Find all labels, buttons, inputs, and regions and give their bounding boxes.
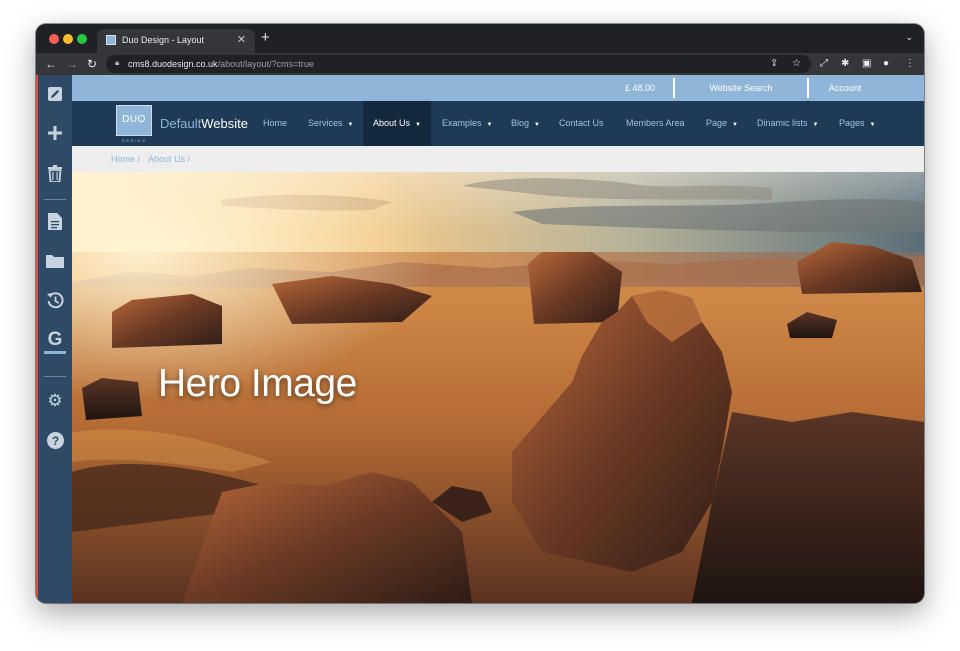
- logo-text: DUO: [122, 114, 146, 125]
- address-bar: ← → ↻ 🔒︎ cms8.duodesign.co.uk/about/layo…: [36, 53, 924, 75]
- chevron-down-icon: ▼: [812, 122, 819, 128]
- tab-strip: Duo Design - Layout ✕ + ⌄: [36, 24, 924, 53]
- chevron-down-icon: ▼: [415, 122, 421, 128]
- url-host: cms8.duodesign.co.uk: [128, 59, 218, 69]
- breadcrumb-about-us[interactable]: About Us /: [148, 154, 190, 164]
- nav-item-pages[interactable]: Pages ▼: [839, 101, 875, 146]
- site-name-light: Default: [160, 116, 202, 131]
- site-name-bold: Website: [201, 116, 248, 131]
- nav-label: Services: [308, 118, 343, 128]
- share-icon[interactable]: ⇪: [770, 58, 778, 69]
- svg-text:?: ?: [51, 434, 58, 448]
- nav-label: Blog: [511, 118, 530, 128]
- nav-item-contact-us[interactable]: Contact Us: [559, 101, 604, 146]
- expand-icon[interactable]: ⤢: [820, 58, 828, 70]
- google-icon-underline: [44, 351, 66, 354]
- nav-label: Members Area: [626, 118, 685, 128]
- extensions-icon[interactable]: ✱: [841, 58, 849, 70]
- chevron-down-icon: ▼: [534, 122, 540, 128]
- nav-label: Examples: [442, 118, 482, 128]
- nav-item-blog[interactable]: Blog ▼: [511, 101, 540, 146]
- bookmark-star-icon[interactable]: ☆: [792, 58, 801, 69]
- basket-total[interactable]: £ 48.00: [602, 75, 678, 101]
- nav-label: About Us: [373, 118, 411, 128]
- new-tab-button[interactable]: +: [261, 30, 270, 45]
- back-icon[interactable]: ←: [45, 56, 57, 72]
- trash-icon[interactable]: [45, 163, 65, 183]
- breadcrumb: Home / About Us /: [72, 146, 924, 172]
- page-icon[interactable]: [45, 211, 65, 231]
- cms-sidebar: G ⚙ ?: [36, 75, 72, 603]
- logo-subtitle: DESIGN: [121, 138, 147, 143]
- tab-search-icon[interactable]: ⌄: [905, 32, 913, 43]
- main-navigation: DUO DESIGN DefaultWebsite Home Services ▼…: [72, 101, 924, 146]
- nav-label: Page: [706, 118, 728, 128]
- logo[interactable]: DUO: [116, 105, 152, 136]
- nav-item-dinamic-lists[interactable]: Dinamic lists ▼: [757, 101, 818, 146]
- sidebar-divider: [44, 376, 66, 377]
- sidebar-divider: [44, 199, 66, 200]
- nav-item-page[interactable]: Page ▼: [706, 101, 738, 146]
- chevron-down-icon: ▼: [732, 122, 738, 128]
- help-icon[interactable]: ?: [45, 430, 65, 450]
- utility-bar: £ 48.00 Website Search Account: [72, 75, 924, 101]
- close-window-button[interactable]: [49, 34, 59, 44]
- website: £ 48.00 Website Search Account DUO DESIG…: [72, 75, 924, 603]
- nav-label: Pages: [839, 118, 865, 128]
- history-icon[interactable]: [45, 290, 65, 310]
- google-icon[interactable]: G: [45, 329, 65, 349]
- browser-tab[interactable]: Duo Design - Layout ✕: [97, 29, 255, 53]
- maximize-window-button[interactable]: [77, 34, 87, 44]
- nav-item-examples[interactable]: Examples ▼: [442, 101, 492, 146]
- nav-item-services[interactable]: Services ▼: [308, 101, 353, 146]
- url-path: /about/layout/?cms=true: [217, 59, 314, 69]
- url-text: cms8.duodesign.co.uk/about/layout/?cms=t…: [128, 59, 314, 69]
- chevron-down-icon: ▼: [486, 122, 493, 128]
- nav-item-about-us[interactable]: About Us ▼: [363, 101, 431, 146]
- breadcrumb-home[interactable]: Home /: [111, 154, 140, 164]
- hero-banner: Hero Image: [72, 172, 924, 603]
- nav-item-members-area[interactable]: Members Area: [626, 101, 685, 146]
- forward-icon[interactable]: →: [66, 56, 78, 72]
- profile-icon[interactable]: ●: [883, 58, 889, 70]
- add-icon[interactable]: [45, 123, 65, 143]
- browser-window: Duo Design - Layout ✕ + ⌄ ← → ↻ 🔒︎ cms8.…: [36, 24, 924, 603]
- favicon-icon: [106, 35, 116, 45]
- folder-icon[interactable]: [45, 251, 65, 271]
- chevron-down-icon: ▼: [869, 122, 876, 128]
- nav-item-home[interactable]: Home: [263, 101, 287, 146]
- chevron-down-icon: ▼: [347, 122, 354, 128]
- website-search-link[interactable]: Website Search: [675, 75, 807, 101]
- nav-label: Contact Us: [559, 118, 604, 128]
- nav-label: Dinamic lists: [757, 118, 808, 128]
- tab-close-icon[interactable]: ✕: [237, 33, 246, 46]
- tab-title: Duo Design - Layout: [122, 35, 205, 45]
- lock-icon[interactable]: 🔒︎: [115, 58, 119, 68]
- nav-label: Home: [263, 118, 288, 128]
- browser-menu-icon[interactable]: ⋮: [905, 58, 915, 70]
- site-name[interactable]: DefaultWebsite: [160, 116, 248, 131]
- url-input[interactable]: 🔒︎ cms8.duodesign.co.uk/about/layout/?cm…: [106, 55, 811, 73]
- reload-icon[interactable]: ↻: [87, 56, 97, 72]
- hero-title: Hero Image: [158, 362, 357, 405]
- side-panel-icon[interactable]: ▣: [862, 58, 871, 70]
- account-link[interactable]: Account: [809, 75, 881, 101]
- minimize-window-button[interactable]: [63, 34, 73, 44]
- settings-icon[interactable]: ⚙: [45, 390, 65, 410]
- edit-icon[interactable]: [45, 84, 65, 104]
